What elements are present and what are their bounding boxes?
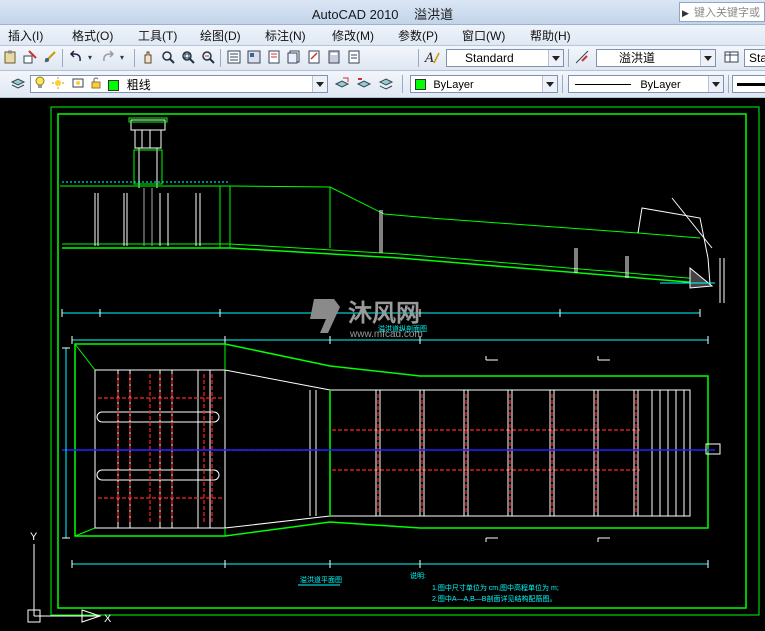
chevron-down-icon[interactable] [548, 50, 563, 66]
zoom-previous-icon[interactable] [200, 49, 216, 65]
dim-style-icon[interactable] [574, 49, 590, 65]
ucs-x-label: X [104, 613, 112, 625]
undo-icon[interactable] [68, 49, 84, 65]
unlock-icon[interactable] [91, 77, 101, 92]
inner-frame [57, 113, 747, 609]
quickcalc-icon[interactable] [326, 49, 342, 65]
lineweight-control-select[interactable] [732, 75, 765, 93]
menu-insert[interactable]: 插入(I) [8, 27, 43, 44]
sun-freeze-icon[interactable] [52, 77, 65, 92]
title-bar: AutoCAD 2010 溢洪道 ▶ 键入关键字或 [0, 0, 765, 25]
separator [568, 49, 569, 67]
table-style-value: Sta [749, 51, 765, 65]
separator [562, 75, 563, 93]
plan-label: 溢洪道平面图 [300, 575, 342, 584]
help-icon[interactable] [346, 49, 362, 65]
linetype-sample [575, 84, 631, 86]
menu-format[interactable]: 格式(O) [72, 27, 113, 44]
layers-toolbar: 粗线 ByLayer ByLayer [0, 71, 765, 98]
watermark: 沐风网 www.mfcad.com [300, 293, 470, 343]
search-expand-icon[interactable]: ▶ [682, 3, 689, 21]
chevron-down-icon[interactable] [542, 76, 557, 92]
chevron-down-icon[interactable] [700, 50, 715, 66]
lineweight-sample [737, 83, 765, 87]
redo-dropdown-icon[interactable]: ▾ [118, 49, 126, 65]
search-placeholder: 键入关键字或 [694, 7, 760, 19]
zoom-window-icon[interactable] [180, 49, 196, 65]
watermark-text: 沐风网 [348, 299, 420, 327]
menu-draw[interactable]: 绘图(D) [200, 27, 241, 44]
menu-window[interactable]: 窗口(W) [462, 27, 505, 44]
tool-palettes-icon[interactable] [266, 49, 282, 65]
dim-style-value: 溢洪道 [619, 51, 656, 65]
separator [220, 49, 221, 67]
ucs-y-label: Y [30, 531, 38, 543]
note-1: 1.图中尺寸单位为 cm,图中高程单位为 m; [432, 583, 559, 592]
lightbulb-icon[interactable] [35, 76, 45, 92]
layer-previous-icon[interactable] [356, 76, 372, 92]
viewport-freeze-icon[interactable] [72, 77, 84, 92]
window-title: AutoCAD 2010 溢洪道 [0, 4, 765, 23]
text-style-value: Standard [465, 51, 514, 65]
menu-parametric[interactable]: 参数(P) [398, 27, 438, 44]
standard-toolbar: ▾ ▾ A Standard 溢洪道 Sta [0, 46, 765, 71]
drawing-canvas[interactable]: 溢洪道纵剖面图 溢洪道平面图 说明: 1.图中尺寸单位为 cm,图中高程单位为 … [0, 98, 765, 631]
block-editor-icon[interactable] [42, 49, 58, 65]
color-swatch [415, 79, 426, 91]
sheet-set-icon[interactable] [286, 49, 302, 65]
help-search-input[interactable]: ▶ 键入关键字或 [679, 2, 765, 22]
markup-icon[interactable] [306, 49, 322, 65]
linetype-control-select[interactable]: ByLayer [568, 75, 724, 93]
table-style-select[interactable]: Sta [744, 49, 765, 67]
separator [418, 49, 419, 67]
layer-properties-icon[interactable] [10, 76, 26, 92]
plan-view: 溢洪道平面图 说明: 1.图中尺寸单位为 cm,图中高程单位为 m; 2.图中A… [62, 336, 721, 603]
layer-state-icon[interactable] [378, 76, 394, 92]
note-2: 2.图中A—A,B—B剖面详见结构配筋图。 [432, 594, 556, 603]
match-properties-icon[interactable] [22, 49, 38, 65]
menu-bar: 插入(I) 格式(O) 工具(T) 绘图(D) 标注(N) 修改(M) 参数(P… [0, 25, 765, 46]
layer-select[interactable]: 粗线 [30, 75, 328, 93]
layer-color-swatch [108, 79, 120, 91]
app-name: AutoCAD 2010 [311, 7, 399, 22]
linetype-value: ByLayer [640, 78, 681, 91]
separator [134, 49, 135, 67]
color-control-select[interactable]: ByLayer [410, 75, 558, 93]
menu-help[interactable]: 帮助(H) [530, 27, 571, 44]
cad-drawing: 溢洪道纵剖面图 溢洪道平面图 说明: 1.图中尺寸单位为 cm,图中高程单位为 … [27, 106, 760, 625]
chevron-down-icon[interactable] [708, 76, 723, 92]
menu-tools[interactable]: 工具(T) [138, 27, 177, 44]
redo-icon[interactable] [100, 49, 116, 65]
ucs-icon: Y X [27, 531, 112, 625]
watermark-url: www.mfcad.com [349, 329, 423, 340]
separator [728, 75, 729, 93]
properties-icon[interactable] [226, 49, 242, 65]
notes-title: 说明: [410, 571, 426, 580]
pan-icon[interactable] [140, 49, 156, 65]
menu-dimension[interactable]: 标注(N) [265, 27, 306, 44]
layer-value: 粗线 [126, 78, 151, 92]
svg-text:A: A [424, 51, 434, 65]
watermark-logo-icon [310, 299, 340, 333]
separator [402, 75, 403, 93]
zoom-realtime-icon[interactable] [160, 49, 176, 65]
file-name: 溢洪道 [414, 7, 454, 22]
paste-icon[interactable] [2, 49, 18, 65]
color-value: ByLayer [433, 78, 474, 91]
menu-modify[interactable]: 修改(M) [332, 27, 374, 44]
design-center-icon[interactable] [246, 49, 262, 65]
dim-style-select[interactable]: 溢洪道 [596, 49, 716, 67]
table-style-icon[interactable] [724, 49, 740, 65]
make-current-layer-icon[interactable] [334, 76, 350, 92]
text-style-select[interactable]: Standard [446, 49, 564, 67]
chevron-down-icon[interactable] [312, 76, 327, 92]
separator [62, 49, 63, 67]
text-style-icon[interactable]: A [424, 49, 440, 65]
undo-dropdown-icon[interactable]: ▾ [86, 49, 94, 65]
